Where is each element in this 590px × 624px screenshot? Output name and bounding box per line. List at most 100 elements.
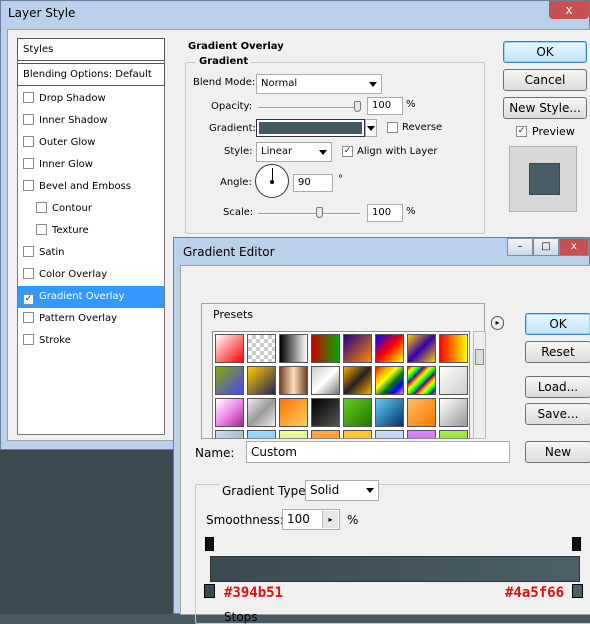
style-item-label: Inner Shadow xyxy=(39,115,108,126)
scale-label: Scale: xyxy=(223,207,254,218)
new-style-button[interactable]: New Style... xyxy=(503,97,587,119)
gradient-picker[interactable] xyxy=(256,119,365,137)
scrollbar-thumb[interactable] xyxy=(475,349,484,365)
cancel-button[interactable]: Cancel xyxy=(503,69,587,91)
style-item-texture[interactable]: Texture xyxy=(18,220,164,242)
blend-mode-select[interactable]: Normal xyxy=(256,74,382,94)
style-item-checkbox[interactable] xyxy=(23,158,34,169)
preset-swatch[interactable] xyxy=(279,398,308,427)
angle-dial[interactable] xyxy=(255,164,289,198)
style-item-contour[interactable]: Contour xyxy=(18,198,164,220)
style-item-stroke[interactable]: Stroke xyxy=(18,330,164,352)
close-button[interactable]: x xyxy=(559,238,589,256)
preset-swatch[interactable] xyxy=(375,334,404,363)
preset-swatch[interactable] xyxy=(311,334,340,363)
gradient-type-label: Gradient Type: xyxy=(219,484,313,498)
opacity-stop-left[interactable] xyxy=(205,537,214,551)
opacity-slider[interactable] xyxy=(258,101,361,112)
preset-swatch[interactable] xyxy=(247,430,276,438)
maximize-button[interactable]: □ xyxy=(533,238,559,256)
preset-swatch[interactable] xyxy=(439,430,468,438)
preset-swatch[interactable] xyxy=(407,366,436,395)
save-button[interactable]: Save... xyxy=(525,403,590,425)
ge-ok-button[interactable]: OK xyxy=(525,313,590,335)
style-item-checkbox[interactable] xyxy=(23,246,34,257)
preset-swatch[interactable] xyxy=(215,366,244,395)
preset-swatch[interactable] xyxy=(279,366,308,395)
preset-swatch[interactable] xyxy=(247,334,276,363)
name-input[interactable]: Custom xyxy=(246,441,510,463)
preset-swatch[interactable] xyxy=(439,398,468,427)
preset-swatch[interactable] xyxy=(311,398,340,427)
style-item-pattern-overlay[interactable]: Pattern Overlay xyxy=(18,308,164,330)
gradient-preview-bar[interactable] xyxy=(210,556,580,582)
preset-swatch[interactable] xyxy=(439,334,468,363)
style-value: Linear xyxy=(261,146,293,157)
style-item-outer-glow[interactable]: Outer Glow xyxy=(18,132,164,154)
new-button[interactable]: New xyxy=(525,441,590,463)
style-item-checkbox[interactable] xyxy=(23,136,34,147)
scale-slider[interactable] xyxy=(258,207,360,218)
gradient-type-select[interactable]: Solid xyxy=(305,480,379,501)
preset-swatch[interactable] xyxy=(311,430,340,438)
preset-swatch[interactable] xyxy=(215,334,244,363)
preset-swatch[interactable] xyxy=(279,334,308,363)
minimize-button[interactable]: – xyxy=(507,238,533,256)
style-item-checkbox[interactable] xyxy=(36,202,47,213)
style-item-inner-shadow[interactable]: Inner Shadow xyxy=(18,110,164,132)
style-item-checkbox[interactable] xyxy=(23,92,34,103)
preset-swatch[interactable] xyxy=(407,334,436,363)
preset-swatch[interactable] xyxy=(311,366,340,395)
preset-swatch[interactable] xyxy=(375,366,404,395)
style-item-checkbox[interactable] xyxy=(23,114,34,125)
style-item-checkbox[interactable]: ✓ xyxy=(23,294,34,305)
style-item-checkbox[interactable] xyxy=(23,180,34,191)
preset-swatch[interactable] xyxy=(375,398,404,427)
preset-swatch[interactable] xyxy=(375,430,404,438)
style-item-checkbox[interactable] xyxy=(36,224,47,235)
scale-slider-thumb[interactable] xyxy=(316,207,323,218)
preset-swatch[interactable] xyxy=(215,430,244,438)
opacity-stop-right[interactable] xyxy=(572,537,581,551)
style-item-color-overlay[interactable]: Color Overlay xyxy=(18,264,164,286)
preset-swatch[interactable] xyxy=(279,430,308,438)
gradient-dropdown[interactable] xyxy=(365,119,377,137)
presets-scrollbar[interactable] xyxy=(473,331,486,439)
preset-swatch[interactable] xyxy=(343,398,372,427)
close-button[interactable]: x xyxy=(549,1,589,19)
align-with-layer-checkbox[interactable]: ✓ xyxy=(342,146,353,157)
style-item-checkbox[interactable] xyxy=(23,268,34,279)
preset-swatch[interactable] xyxy=(439,366,468,395)
opacity-input[interactable]: 100 xyxy=(367,97,403,115)
reverse-checkbox[interactable] xyxy=(387,122,398,133)
style-item-satin[interactable]: Satin xyxy=(18,242,164,264)
presets-menu-arrow-icon[interactable]: ▸ xyxy=(491,316,504,330)
preset-swatch[interactable] xyxy=(343,430,372,438)
preset-swatch[interactable] xyxy=(247,366,276,395)
color-stop-right[interactable] xyxy=(572,584,583,598)
preset-swatch[interactable] xyxy=(407,398,436,427)
opacity-slider-thumb[interactable] xyxy=(354,101,361,112)
style-item-checkbox[interactable] xyxy=(23,334,34,345)
scale-input[interactable]: 100 xyxy=(367,204,403,222)
color-stop-left[interactable] xyxy=(204,584,215,598)
preset-swatch[interactable] xyxy=(407,430,436,438)
preset-swatch[interactable] xyxy=(215,398,244,427)
preset-swatch[interactable] xyxy=(247,398,276,427)
preset-swatch[interactable] xyxy=(343,334,372,363)
blending-options-item[interactable]: Blending Options: Default xyxy=(17,63,165,86)
style-item-bevel-and-emboss[interactable]: Bevel and Emboss xyxy=(18,176,164,198)
smoothness-stepper[interactable]: ▸ xyxy=(322,511,338,528)
load-button[interactable]: Load... xyxy=(525,376,590,398)
reset-button[interactable]: Reset xyxy=(525,341,590,363)
style-item-drop-shadow[interactable]: Drop Shadow xyxy=(18,88,164,110)
preview-checkbox[interactable]: ✓ xyxy=(516,126,527,137)
ok-button[interactable]: OK xyxy=(503,41,587,63)
style-item-gradient-overlay[interactable]: ✓ Gradient Overlay xyxy=(18,286,164,308)
angle-input[interactable]: 90 xyxy=(293,174,333,192)
preset-swatch[interactable] xyxy=(343,366,372,395)
style-select[interactable]: Linear xyxy=(256,142,332,162)
style-item-checkbox[interactable] xyxy=(23,312,34,323)
style-item-inner-glow[interactable]: Inner Glow xyxy=(18,154,164,176)
styles-header[interactable]: Styles xyxy=(17,38,165,61)
